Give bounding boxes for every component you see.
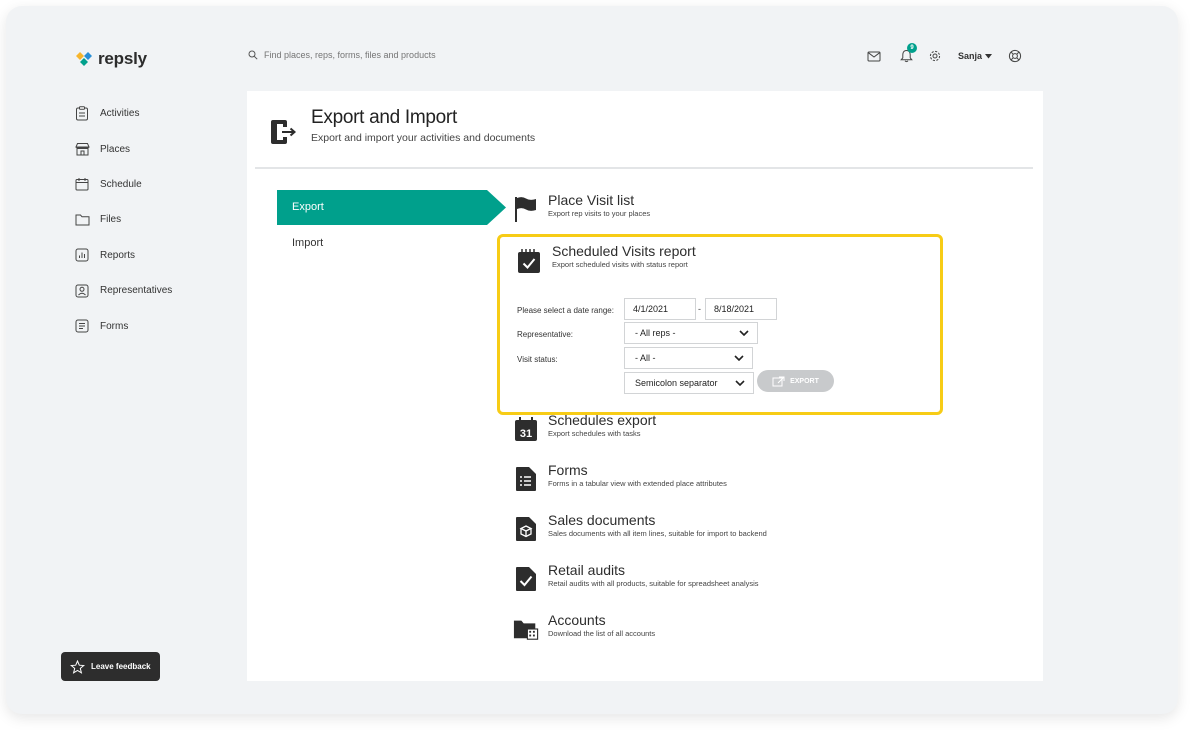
sign-out-icon bbox=[269, 117, 299, 147]
mail-icon bbox=[867, 51, 881, 61]
svg-text:31: 31 bbox=[520, 428, 532, 440]
chevron-down-icon bbox=[739, 330, 749, 336]
leave-feedback-button[interactable]: Leave feedback bbox=[61, 652, 160, 681]
form-doc-icon bbox=[513, 465, 539, 493]
flag-icon bbox=[513, 195, 539, 223]
app-window: repsly 9 bbox=[6, 6, 1178, 714]
export-button-label: EXPORT bbox=[790, 377, 819, 385]
sidebar-item-label: Forms bbox=[100, 320, 129, 332]
header-divider bbox=[255, 167, 1033, 169]
check-doc-icon bbox=[513, 565, 539, 593]
global-search[interactable] bbox=[248, 50, 484, 60]
export-item-subtitle: Export schedules with tasks bbox=[548, 429, 641, 438]
export-item-place-visit-list[interactable]: Place Visit list Export rep visits to yo… bbox=[513, 192, 650, 223]
export-item-accounts[interactable]: Accounts Download the list of all accoun… bbox=[513, 612, 655, 643]
sidebar-item-places[interactable]: Places bbox=[74, 131, 172, 166]
sidebar-item-files[interactable]: Files bbox=[74, 202, 172, 237]
export-file-icon bbox=[772, 376, 785, 386]
export-item-subtitle: Sales documents with all item lines, sui… bbox=[548, 529, 767, 538]
export-item-schedules-export[interactable]: 31 Schedules export Export schedules wit… bbox=[513, 412, 656, 443]
help-button[interactable] bbox=[1005, 46, 1025, 66]
export-item-sales-documents[interactable]: Sales documents Sales documents with all… bbox=[513, 512, 767, 543]
store-icon bbox=[74, 141, 90, 157]
sidebar-item-label: Files bbox=[100, 214, 122, 226]
date-to-field[interactable]: 8/18/2021 bbox=[705, 298, 777, 320]
notifications-button[interactable]: 9 bbox=[896, 43, 917, 66]
chevron-down-icon bbox=[735, 380, 745, 386]
search-icon bbox=[248, 50, 258, 60]
representative-select-value: - All reps - bbox=[635, 328, 676, 338]
header-actions: 9 Sanja bbox=[864, 43, 1025, 66]
page-header: Export and Import Export and import your… bbox=[269, 107, 535, 147]
caret-down-icon bbox=[985, 53, 993, 58]
export-item-title: Sales documents bbox=[548, 512, 656, 528]
box-doc-icon bbox=[513, 515, 539, 543]
user-name: Sanja bbox=[958, 51, 983, 61]
repsly-logo[interactable]: repsly bbox=[74, 49, 147, 69]
sidebar-item-label: Schedule bbox=[100, 178, 142, 190]
date-from-field[interactable]: 4/1/2021 bbox=[624, 298, 696, 320]
date-range-label: Please select a date range: bbox=[517, 306, 614, 315]
chevron-down-icon bbox=[734, 355, 744, 361]
sidebar-item-reports[interactable]: Reports bbox=[74, 238, 172, 273]
export-button[interactable]: EXPORT bbox=[757, 370, 834, 392]
calendar-31-icon: 31 bbox=[513, 415, 539, 443]
date-range-separator: - bbox=[698, 304, 701, 314]
visit-status-select[interactable]: - All - bbox=[624, 347, 753, 369]
sidebar-item-schedule[interactable]: Schedule bbox=[74, 167, 172, 202]
star-icon bbox=[70, 659, 85, 674]
settings-button[interactable] bbox=[925, 46, 945, 66]
chart-icon bbox=[74, 247, 90, 263]
mail-button[interactable] bbox=[864, 46, 884, 66]
sidebar-item-label: Places bbox=[100, 143, 131, 155]
sidebar-item-label: Reports bbox=[100, 249, 136, 261]
export-item-title: Accounts bbox=[548, 612, 606, 628]
export-item-title: Forms bbox=[548, 462, 588, 478]
sidebar-nav: Activities Places Schedule Files Reports bbox=[74, 96, 172, 344]
visit-status-select-value: - All - bbox=[635, 353, 656, 363]
logo-text: repsly bbox=[98, 49, 147, 68]
visit-status-label: Visit status: bbox=[517, 355, 558, 364]
export-item-title: Place Visit list bbox=[548, 192, 635, 208]
lifebuoy-icon bbox=[1008, 49, 1022, 63]
notification-count-badge: 9 bbox=[907, 43, 917, 53]
scheduled-visits-report-card: Scheduled Visits report Export scheduled… bbox=[497, 234, 943, 415]
export-item-subtitle: Export rep visits to your places bbox=[548, 209, 651, 218]
calendar-icon bbox=[74, 176, 90, 192]
export-item-subtitle: Retail audits with all products, suitabl… bbox=[548, 579, 759, 588]
sidebar-item-forms[interactable]: Forms bbox=[74, 308, 172, 343]
export-item-title: Retail audits bbox=[548, 562, 626, 578]
clipboard-icon bbox=[74, 106, 90, 122]
folder-icon bbox=[74, 212, 90, 228]
export-item-subtitle: Download the list of all accounts bbox=[548, 629, 656, 638]
page-title: Export and Import bbox=[311, 107, 457, 128]
search-input[interactable] bbox=[264, 50, 484, 60]
leave-feedback-label: Leave feedback bbox=[91, 662, 151, 671]
user-menu[interactable]: Sanja bbox=[958, 51, 993, 61]
person-icon bbox=[74, 283, 90, 299]
page-subtitle: Export and import your activities and do… bbox=[311, 132, 536, 144]
scheduled-visits-title: Scheduled Visits report bbox=[552, 243, 696, 259]
folder-building-icon bbox=[513, 615, 539, 643]
logo-mark-icon bbox=[76, 52, 92, 66]
export-item-retail-audits[interactable]: Retail audits Retail audits with all pro… bbox=[513, 562, 759, 593]
representative-select[interactable]: - All reps - bbox=[624, 322, 758, 344]
gear-icon bbox=[929, 50, 941, 62]
scheduled-visits-header: Scheduled Visits report Export scheduled… bbox=[516, 243, 696, 275]
export-item-forms[interactable]: Forms Forms in a tabular view with exten… bbox=[513, 462, 727, 493]
separator-select-value: Semicolon separator bbox=[635, 378, 718, 388]
tab-import[interactable]: Import bbox=[292, 237, 323, 249]
tab-export[interactable]: Export bbox=[277, 190, 506, 225]
tab-export-label: Export bbox=[292, 201, 324, 213]
scheduled-visits-subtitle: Export scheduled visits with status repo… bbox=[552, 260, 688, 269]
separator-select[interactable]: Semicolon separator bbox=[624, 372, 754, 394]
sidebar-item-activities[interactable]: Activities bbox=[74, 96, 172, 131]
sidebar-item-label: Activities bbox=[100, 108, 140, 120]
representative-label: Representative: bbox=[517, 330, 574, 339]
export-item-subtitle: Forms in a tabular view with extended pl… bbox=[548, 479, 727, 488]
form-icon bbox=[74, 318, 90, 334]
calendar-check-icon bbox=[516, 247, 542, 275]
sidebar-item-representatives[interactable]: Representatives bbox=[74, 273, 172, 308]
sidebar-item-label: Representatives bbox=[100, 285, 173, 297]
